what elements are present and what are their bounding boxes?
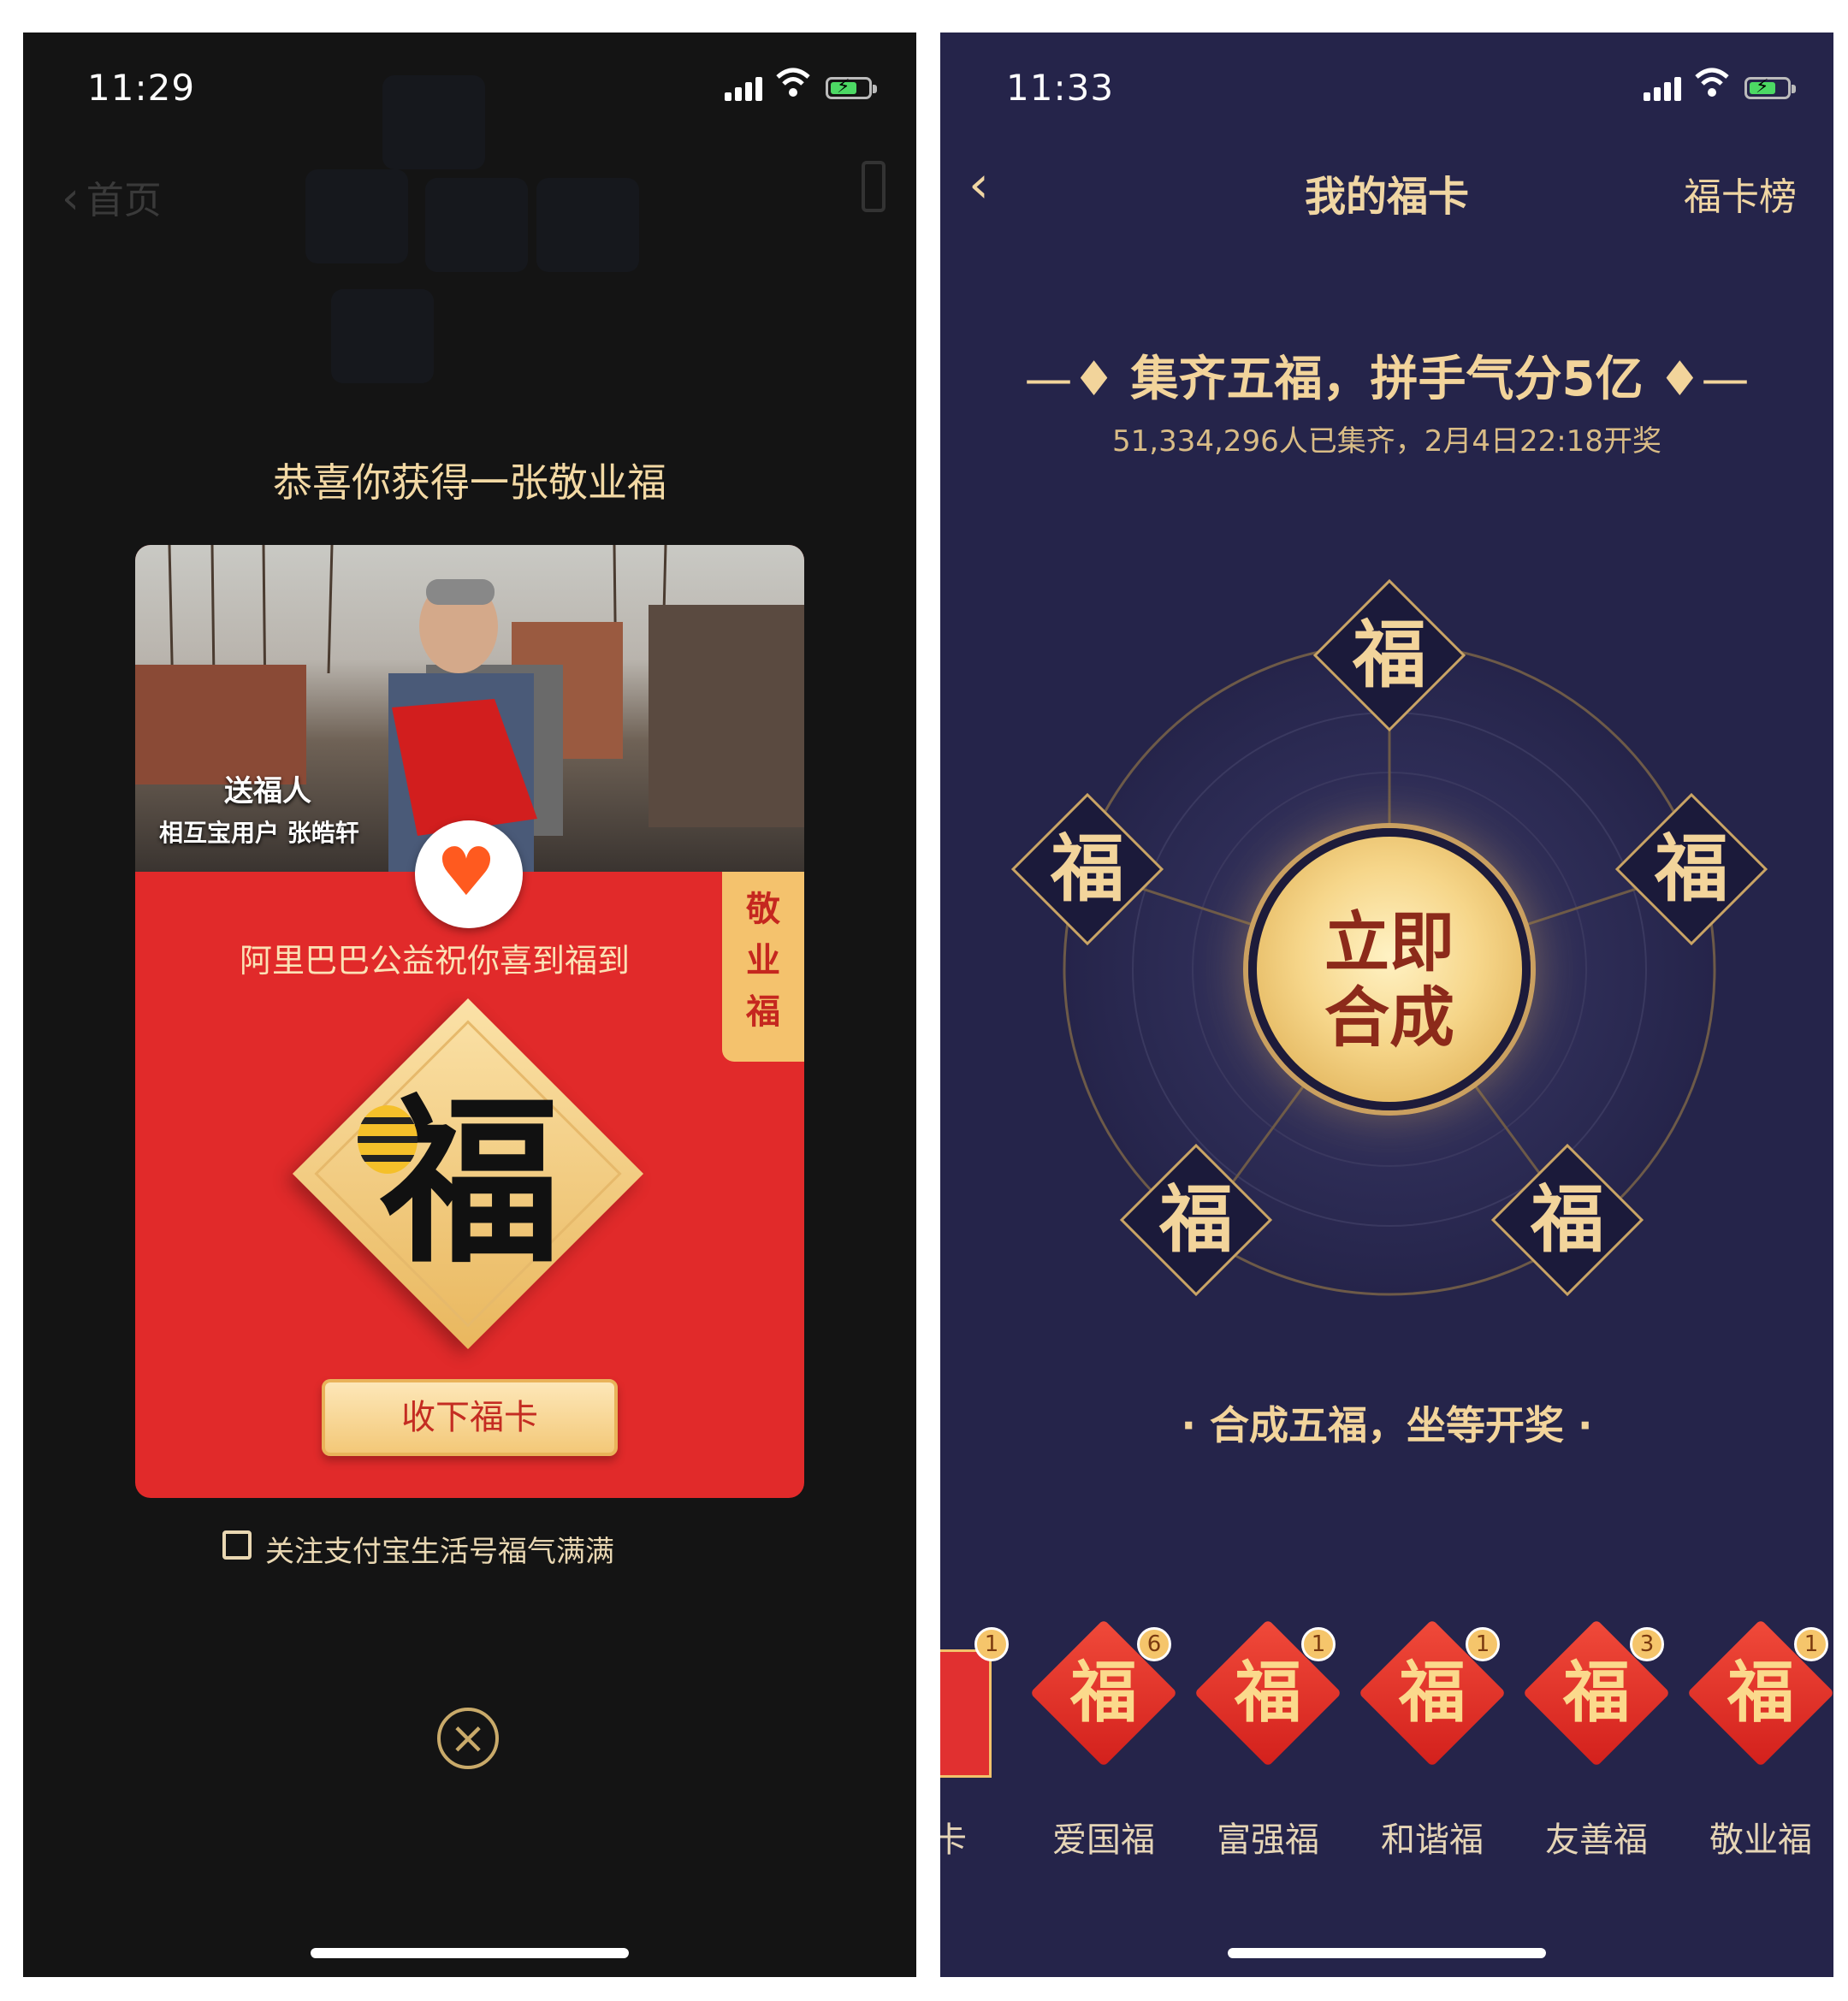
- wifi-icon: [776, 68, 810, 97]
- card-label: 花卡: [940, 1820, 967, 1860]
- tag-char: 业: [746, 940, 780, 980]
- charity-logo: ♥: [415, 820, 523, 928]
- congrats-text: 恭喜你获得一张敬业福: [273, 459, 666, 506]
- bee-icon: [358, 1105, 418, 1174]
- tag-char: 敬: [746, 889, 780, 929]
- heart-icon: ♥: [436, 834, 496, 911]
- flower-card-icon: [940, 1649, 992, 1778]
- card-item-youshan[interactable]: 福 3 友善福: [1519, 1619, 1671, 1860]
- fu-character: 福: [380, 1076, 560, 1288]
- home-indicator[interactable]: [1228, 1948, 1546, 1958]
- card-item-fuqiang[interactable]: 福 1 富强福: [1190, 1619, 1342, 1860]
- fu-card: 送福人 相互宝用户 张皓轩 ♥ 福 敬 业 福 阿里巴巴公益祝你喜到福到 福 收…: [135, 545, 804, 1498]
- left-screen: 11:29 ⚡ ‹ 首页 恭喜你获得一张敬业福 送福人 相互宝用户 张皓轩 ♥ …: [23, 33, 916, 1977]
- fu-slot-char: 福: [1531, 1176, 1604, 1263]
- back-link-home[interactable]: ‹ 首页: [62, 169, 162, 224]
- follow-checkbox-row[interactable]: 关注支付宝生活号福气满满: [222, 1528, 614, 1570]
- home-indicator[interactable]: [311, 1948, 629, 1958]
- right-screen: 11:33 ⚡ ‹ 我的福卡 福卡榜 —♦ 集齐五福，拼手气分5亿 ♦— 51,…: [940, 33, 1833, 1977]
- card-label: 爱国福: [1052, 1820, 1155, 1860]
- card-item-jingye[interactable]: 福 1 敬业福: [1683, 1619, 1833, 1860]
- back-label: 首页: [86, 179, 162, 222]
- checkbox[interactable]: [222, 1530, 252, 1560]
- blessing-text: 阿里巴巴公益祝你喜到福到: [239, 942, 630, 980]
- card-item-flower[interactable]: 1 花卡: [940, 1624, 1009, 1860]
- combine-button[interactable]: 立即 合成: [1248, 828, 1531, 1110]
- card-label: 和谐福: [1381, 1820, 1484, 1860]
- fu-slot-char: 福: [1353, 612, 1426, 698]
- flashlight-icon[interactable]: [862, 161, 886, 212]
- sender-name: 相互宝用户 张皓轩: [159, 819, 359, 847]
- card-item-aiguo[interactable]: 福 6 爱国福: [1026, 1619, 1178, 1860]
- card-label: 富强福: [1217, 1820, 1319, 1860]
- card-list: 1 花卡 福 6 爱国福 福 1 富强福 福 1 和谐福 福 3 友善福: [940, 1619, 1833, 1880]
- count-badge: 1: [1301, 1627, 1336, 1661]
- tagline: · 合成五福，坐等开奖 ·: [1181, 1402, 1593, 1448]
- fu-slot-char: 福: [1051, 826, 1124, 912]
- card-type-tag: 福 敬 业 福: [722, 872, 804, 1062]
- card-label: 友善福: [1545, 1820, 1648, 1860]
- count-badge: 1: [1466, 1627, 1500, 1661]
- card-label: 敬业福: [1709, 1820, 1812, 1860]
- card-item-hexie[interactable]: 福 1 和谐福: [1354, 1619, 1507, 1860]
- close-icon: ×: [449, 1713, 487, 1764]
- count-badge: 1: [1794, 1627, 1828, 1661]
- status-bar: 11:29 ⚡: [23, 33, 916, 144]
- battery-icon: ⚡: [826, 76, 877, 99]
- fu-slot-char: 福: [1655, 826, 1728, 912]
- accept-card-button[interactable]: 收下福卡: [322, 1379, 618, 1456]
- chevron-left-icon: ‹: [62, 173, 80, 224]
- count-badge: 1: [974, 1627, 1009, 1661]
- fu-slot-char: 福: [1159, 1176, 1233, 1263]
- sender-title: 送福人: [224, 774, 311, 808]
- status-time: 11:29: [87, 67, 196, 109]
- tag-char: 福: [746, 992, 780, 1032]
- count-badge: 6: [1137, 1627, 1171, 1661]
- close-button[interactable]: ×: [437, 1708, 499, 1769]
- count-badge: 3: [1630, 1627, 1664, 1661]
- combine-line2: 合成: [1324, 980, 1454, 1056]
- follow-label: 关注支付宝生活号福气满满: [265, 1535, 614, 1569]
